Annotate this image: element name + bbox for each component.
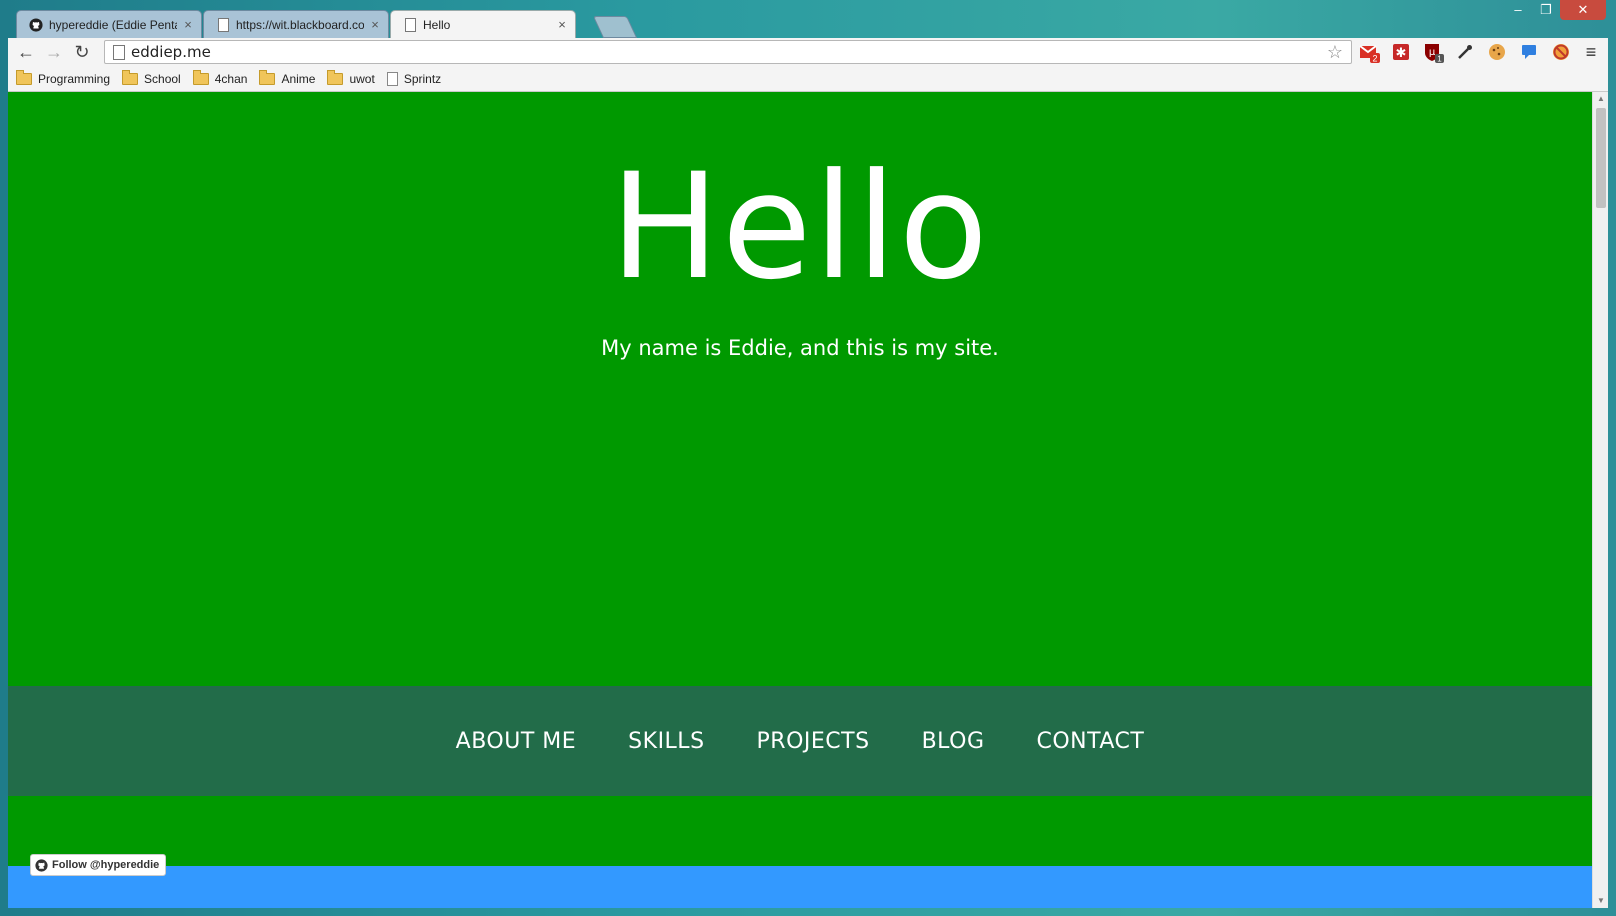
site-nav: ABOUT ME SKILLS PROJECTS BLOG CONTACT [8, 686, 1592, 796]
ublock-badge: 1 [1437, 55, 1442, 64]
bookmark-programming[interactable]: Programming [16, 69, 111, 86]
follow-label: Follow @hypereddie [52, 859, 160, 871]
bookmark-label: uwot [349, 71, 375, 86]
page-title: Hello [609, 142, 991, 312]
vertical-scrollbar[interactable]: ▲ ▼ [1592, 92, 1608, 908]
tab-hello[interactable]: Hello × [390, 10, 576, 38]
bookmark-4chan[interactable]: 4chan [192, 69, 248, 86]
page-icon [403, 17, 417, 32]
page-icon [113, 45, 125, 60]
blue-section [8, 866, 1592, 908]
github-icon [35, 858, 48, 872]
folder-icon [16, 69, 32, 85]
nav-skills[interactable]: SKILLS [628, 729, 704, 754]
bookmark-label: 4chan [214, 71, 248, 86]
eyedropper-icon[interactable] [1454, 41, 1476, 63]
close-tab-icon[interactable]: × [555, 17, 569, 32]
bookmark-label: Programming [38, 71, 111, 86]
nav-about-me[interactable]: ABOUT ME [456, 729, 577, 754]
svg-text:μ: μ [1429, 47, 1436, 58]
tab-strip: hypereddie (Eddie Penta) × https://wit.b… [8, 8, 1608, 38]
svg-text:✱: ✱ [1396, 46, 1407, 61]
tab-github[interactable]: hypereddie (Eddie Penta) × [16, 10, 202, 38]
bookmark-label: School [144, 71, 181, 86]
lastpass-icon[interactable]: ✱ [1390, 41, 1412, 63]
scroll-down-icon[interactable]: ▼ [1593, 894, 1609, 908]
address-bar[interactable]: eddiep.me ☆ [104, 40, 1352, 64]
nav-projects[interactable]: PROJECTS [757, 729, 870, 754]
block-extension-icon[interactable] [1550, 41, 1572, 63]
close-tab-icon[interactable]: × [368, 17, 382, 32]
bookmark-uwot[interactable]: uwot [327, 69, 375, 86]
url-text: eddiep.me [131, 43, 211, 61]
page-viewport: Hello My name is Eddie, and this is my s… [8, 92, 1592, 908]
menu-icon[interactable]: ≡ [1582, 41, 1600, 63]
tagline: My name is Eddie, and this is my site. [601, 336, 999, 360]
folder-icon [259, 69, 276, 85]
tab-label: https://wit.blackboard.co [236, 17, 364, 32]
browser-window: hypereddie (Eddie Penta) × https://wit.b… [0, 0, 1616, 916]
scroll-up-icon[interactable]: ▲ [1593, 92, 1609, 106]
minimize-icon[interactable]: – [1504, 0, 1532, 20]
page-icon [386, 71, 398, 86]
github-follow-button[interactable]: Follow @hypereddie [30, 854, 167, 876]
bookmark-star-icon[interactable]: ☆ [1327, 42, 1343, 63]
tab-blackboard[interactable]: https://wit.blackboard.co × [203, 10, 389, 38]
restore-icon[interactable]: ❐ [1532, 0, 1560, 20]
bookmarks-bar: Programming School 4chan Anime uwot Spri… [8, 66, 1608, 92]
new-tab-button[interactable] [592, 16, 638, 38]
green-band [8, 796, 1592, 866]
bookmark-label: Anime [281, 71, 316, 86]
ublock-icon[interactable]: μ1 [1422, 41, 1444, 64]
back-arrow-icon[interactable]: ← [14, 41, 38, 63]
browser-toolbar: ← → ↻ eddiep.me ☆ 2 ✱ μ1 ≡ [8, 38, 1608, 66]
bookmark-label: Sprintz [403, 71, 442, 86]
bookmark-anime[interactable]: Anime [259, 69, 316, 86]
scrollbar-thumb[interactable] [1596, 108, 1606, 208]
forward-arrow-icon[interactable]: → [42, 41, 66, 63]
tab-label: hypereddie (Eddie Penta) [49, 17, 177, 32]
folder-icon [192, 69, 209, 85]
chat-icon[interactable] [1518, 41, 1540, 63]
reload-icon[interactable]: ↻ [70, 41, 94, 63]
cookie-icon[interactable] [1486, 41, 1508, 63]
folder-icon [327, 69, 344, 85]
github-icon [29, 17, 43, 32]
close-window-icon[interactable]: ✕ [1560, 0, 1606, 20]
gmail-extension-icon[interactable]: 2 [1358, 41, 1380, 64]
bookmark-sprintz[interactable]: Sprintz [386, 71, 442, 86]
bookmark-school[interactable]: School [122, 69, 181, 86]
window-controls: – ❐ ✕ [1504, 0, 1606, 22]
tab-label: Hello [423, 17, 451, 32]
hero-section: Hello My name is Eddie, and this is my s… [8, 92, 1592, 686]
folder-icon [122, 69, 139, 85]
close-tab-icon[interactable]: × [181, 17, 195, 32]
nav-blog[interactable]: BLOG [922, 729, 985, 754]
nav-contact[interactable]: CONTACT [1037, 729, 1145, 754]
page-icon [216, 17, 230, 32]
gmail-badge: 2 [1372, 54, 1377, 64]
